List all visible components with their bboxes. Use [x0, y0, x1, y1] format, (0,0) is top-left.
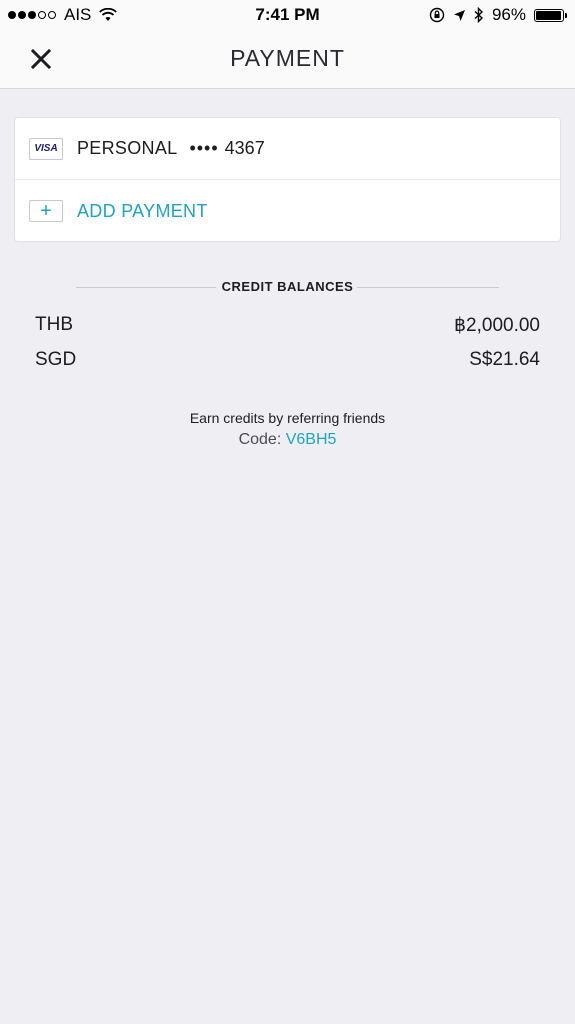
rotation-lock-icon: [429, 7, 445, 23]
payment-methods-card: VISA PERSONAL •••• 4367 + ADD PAYMENT: [14, 117, 561, 242]
location-arrow-icon: [453, 9, 465, 21]
balance-row-sgd: SGD S$21.64: [35, 347, 540, 373]
add-payment-button[interactable]: + ADD PAYMENT: [15, 180, 560, 242]
status-bar-right: 96%: [421, 5, 567, 25]
payment-method-row[interactable]: VISA PERSONAL •••• 4367: [15, 118, 560, 180]
referral-code[interactable]: V6BH5: [286, 431, 337, 448]
referral-text: Earn credits by referring friends: [189, 410, 386, 426]
referral-code-line: Code: V6BH5: [0, 431, 575, 449]
divider-right: [357, 287, 499, 288]
balance-row-thb: THB ฿2,000.00: [35, 312, 540, 338]
plus-icon: +: [29, 200, 63, 222]
payment-method-label: PERSONAL: [77, 138, 178, 158]
balance-amount: ฿2,000.00: [453, 314, 540, 336]
bluetooth-icon: [474, 7, 483, 23]
add-payment-label: ADD PAYMENT: [77, 200, 208, 221]
balance-currency: THB: [35, 314, 73, 335]
nav-bar: PAYMENT: [0, 30, 575, 89]
card-mask-dots: ••••: [189, 138, 219, 158]
battery-icon: [534, 8, 567, 22]
battery-percent: 96%: [491, 5, 526, 24]
credit-balances-header: CREDIT BALANCES: [76, 278, 499, 298]
visa-card-icon: VISA: [29, 137, 63, 160]
card-last-four: 4367: [224, 138, 265, 158]
referral-section: Earn credits by referring friends Code: …: [0, 409, 575, 449]
status-bar: AIS 7:41 PM 96%: [0, 0, 575, 30]
balance-currency: SGD: [35, 349, 77, 370]
page-title: PAYMENT: [230, 45, 345, 71]
referral-code-label: Code:: [238, 431, 282, 448]
balance-amount: S$21.64: [469, 349, 540, 370]
